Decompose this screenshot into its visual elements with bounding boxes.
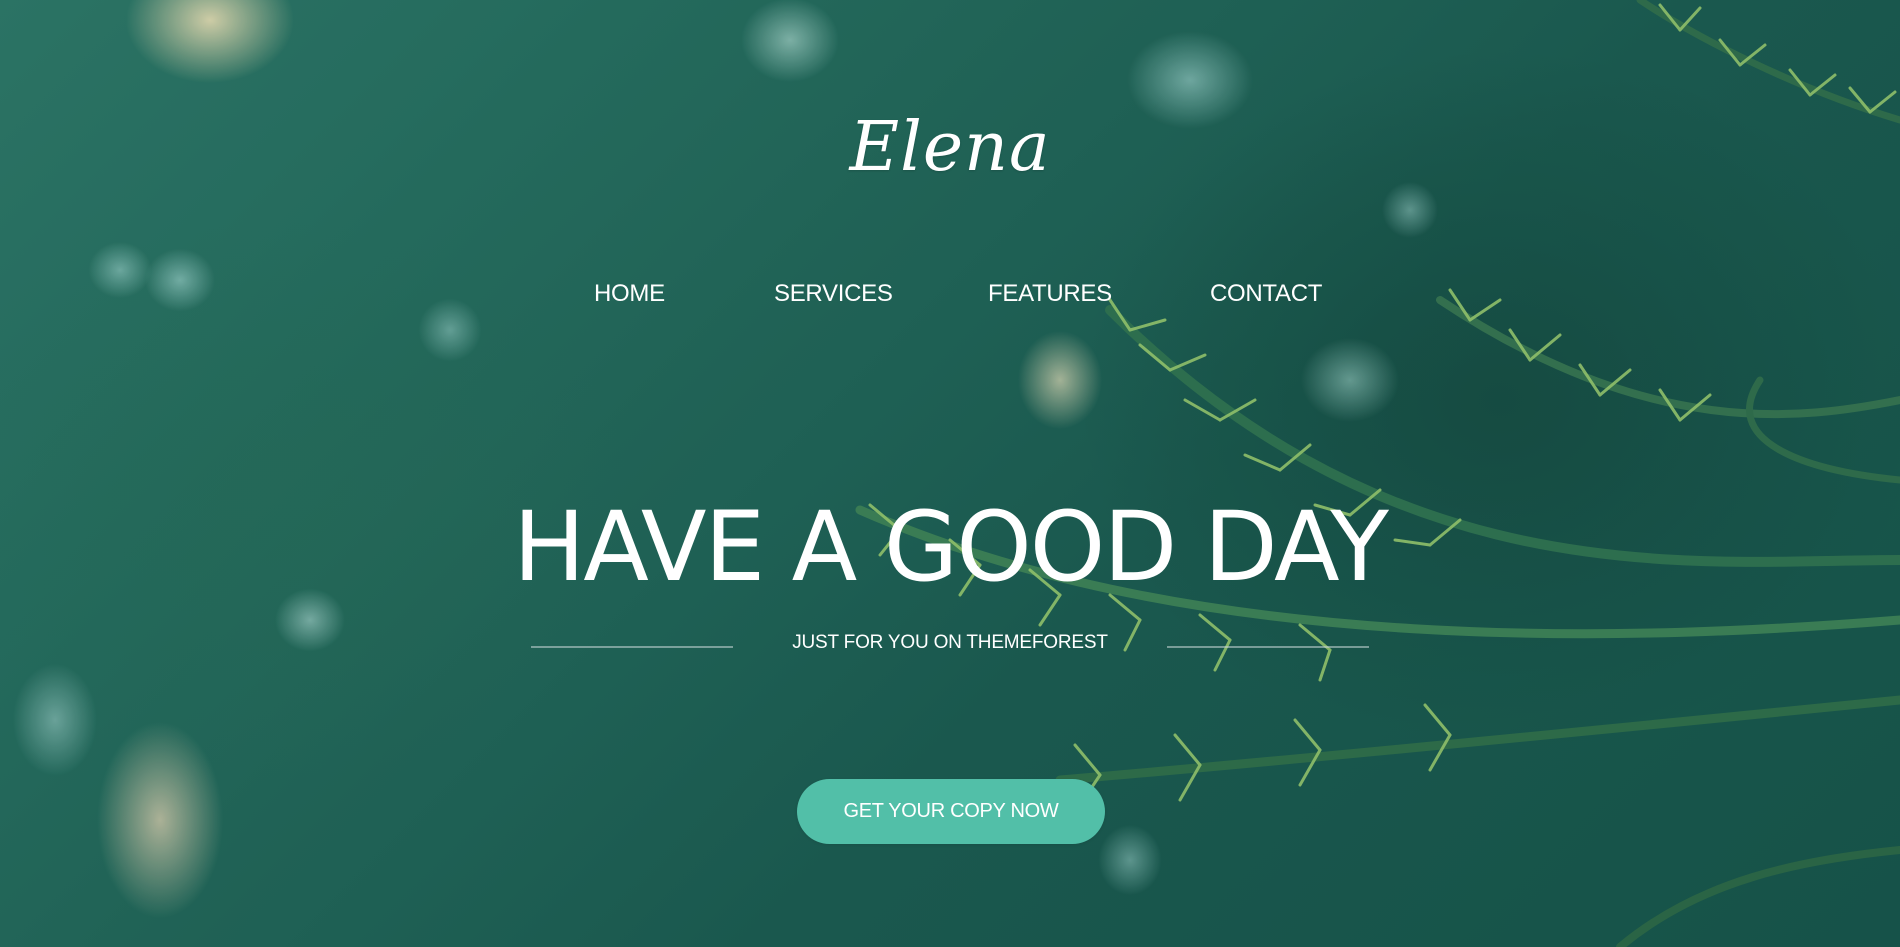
hero-section: Elena HOME SERVICES FEATURES CONTACT HAV…	[0, 0, 1900, 947]
tagline-divider-right	[1167, 646, 1369, 648]
site-logo[interactable]: Elena	[0, 108, 1900, 187]
nav-item-services[interactable]: SERVICES	[774, 278, 893, 310]
nav-item-contact[interactable]: CONTACT	[1210, 278, 1322, 310]
hero-tagline: JUST FOR YOU ON THEMEFOREST	[792, 632, 1108, 653]
main-navigation: HOME SERVICES FEATURES CONTACT	[0, 278, 1900, 310]
hero-headline: HAVE A GOOD DAY	[513, 491, 1389, 604]
nav-item-features[interactable]: FEATURES	[988, 278, 1112, 310]
nav-item-home[interactable]: HOME	[594, 278, 665, 310]
tagline-row: JUST FOR YOU ON THEMEFOREST	[531, 628, 1369, 658]
get-your-copy-button[interactable]: GET YOUR COPY NOW	[797, 779, 1105, 844]
